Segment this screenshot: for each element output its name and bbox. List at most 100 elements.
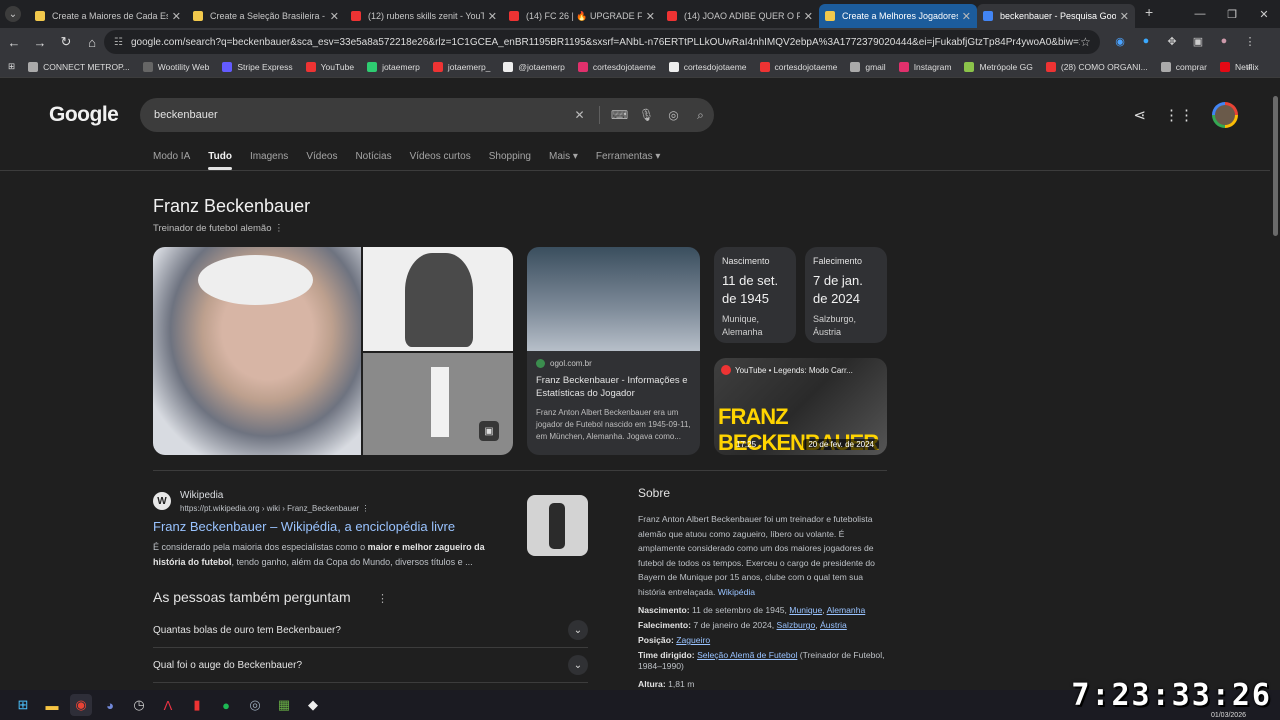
fact-link[interactable]: Salzburgo	[777, 620, 816, 630]
filter-tab[interactable]: Tudo	[208, 151, 232, 170]
result-title-link[interactable]: Franz Beckenbauer – Wikipédia, a enciclo…	[153, 519, 455, 534]
tab[interactable]: (14) JOAO ADIBE QUER O FIM ✕	[661, 4, 819, 28]
new-tab-icon[interactable]: +	[1145, 4, 1153, 20]
filter-tab[interactable]: Shopping	[489, 151, 531, 162]
spotify-icon[interactable]: ●	[215, 694, 237, 716]
address-bar[interactable]: ☷ google.com/search?q=beckenbauer&sca_es…	[104, 30, 1100, 54]
forward-icon[interactable]: →	[28, 30, 52, 54]
clear-icon[interactable]: ✕	[566, 108, 593, 122]
discord-icon[interactable]: ◕	[99, 694, 121, 716]
bookmark-star-icon[interactable]: ☆	[1080, 35, 1100, 49]
filter-tab[interactable]: Ferramentas ▾	[596, 151, 660, 162]
fact-link[interactable]: Munique	[789, 605, 822, 615]
bookmark-item[interactable]: jotaemerp_	[432, 61, 490, 72]
minimize-icon[interactable]: —	[1184, 0, 1216, 28]
fact-link[interactable]: Zagueiro	[676, 635, 710, 645]
steam-icon[interactable]: ◎	[244, 694, 266, 716]
maximize-icon[interactable]: ❐	[1216, 0, 1248, 28]
bookmark-item[interactable]: CONNECT METROP...	[28, 61, 130, 72]
filter-tab[interactable]: Vídeos	[306, 151, 337, 162]
fact-link[interactable]: Áustria	[820, 620, 847, 630]
puzzle-icon[interactable]: ✥	[1162, 30, 1182, 52]
tab[interactable]: beckenbauer - Pesquisa Googl ✕	[977, 4, 1135, 28]
tab[interactable]: Create a Melhores Jogadores ✕	[819, 4, 977, 28]
filter-tab[interactable]: Vídeos curtos	[410, 151, 471, 162]
roblox-icon[interactable]: ▮	[186, 694, 208, 716]
player-image[interactable]	[363, 247, 513, 351]
tab[interactable]: Create a Seleção Brasileira - 20 ✕	[187, 4, 345, 28]
site-info-icon[interactable]: ☷	[114, 37, 123, 48]
close-tab-icon[interactable]: ✕	[962, 10, 971, 23]
app-icon[interactable]: Λ	[157, 694, 179, 716]
close-tab-icon[interactable]: ✕	[172, 10, 181, 23]
birth-card[interactable]: Nascimento 11 de set. de 1945 Munique, A…	[714, 247, 796, 343]
tab[interactable]: (12) rubens skills zenit - YouTu ✕	[345, 4, 503, 28]
search-box[interactable]: beckenbauer ✕ ⌨ 🎙 ◎ ⌕	[140, 98, 714, 132]
bookmark-item[interactable]: cortesdojotaeme	[759, 61, 837, 72]
close-tab-icon[interactable]: ✕	[330, 10, 339, 23]
ogol-card[interactable]: ogol.com.br Franz Beckenbauer - Informaç…	[527, 247, 700, 455]
close-window-icon[interactable]: ✕	[1248, 0, 1280, 28]
close-tab-icon[interactable]: ✕	[1120, 10, 1129, 23]
search-input[interactable]: beckenbauer	[154, 109, 566, 121]
extension-icon[interactable]: ◉	[1110, 30, 1130, 52]
fact-link[interactable]: Seleção Alemã de Futebol	[697, 650, 797, 660]
bookmark-item[interactable]: (28) COMO ORGANI...	[1045, 61, 1148, 72]
fact-link[interactable]: Alemanha	[827, 605, 866, 615]
bookmark-item[interactable]: Instagram	[898, 61, 951, 72]
more-bookmarks-icon[interactable]: »	[1246, 62, 1251, 72]
reload-icon[interactable]: ↻	[54, 30, 78, 54]
portrait-image[interactable]	[153, 247, 361, 455]
tab[interactable]: Create a Maiores de Cada Estad ✕	[29, 4, 187, 28]
more-options-icon[interactable]: ⋮	[377, 592, 388, 605]
minecraft-icon[interactable]: ▦	[273, 694, 295, 716]
mic-icon[interactable]: 🎙	[633, 108, 660, 122]
address-url[interactable]: google.com/search?q=beckenbauer&sca_esv=…	[131, 37, 1080, 48]
menu-icon[interactable]: ⋮	[1240, 30, 1260, 52]
google-apps-icon[interactable]: ⋮⋮	[1164, 106, 1194, 124]
scrollbar[interactable]	[1270, 78, 1280, 690]
bookmark-item[interactable]: Stripe Express	[222, 61, 293, 72]
bookmark-item[interactable]: cortesdojotaeme	[577, 61, 656, 72]
extension-icon[interactable]: ●	[1136, 30, 1156, 52]
apps-icon[interactable]: ⊞	[8, 61, 15, 72]
close-tab-icon[interactable]: ✕	[488, 10, 497, 23]
sidebar-icon[interactable]: ▣	[1188, 30, 1208, 52]
tab-search-icon[interactable]: ⌄	[5, 6, 21, 22]
bookmark-item[interactable]: jotaemerp	[367, 61, 420, 72]
tab[interactable]: (14) FC 26 | 🔥 UPGRADE FANT ✕	[503, 4, 661, 28]
bookmark-item[interactable]: cortesdojotaeme	[668, 61, 747, 72]
more-options-icon[interactable]: ⋮	[274, 223, 284, 234]
filter-tab[interactable]: Mais ▾	[549, 151, 578, 162]
share-icon[interactable]: ⋖	[1133, 106, 1146, 124]
bookmark-item[interactable]: gmail	[850, 61, 886, 72]
result-site[interactable]: Wikipedia	[180, 490, 223, 501]
filter-tab[interactable]: Modo IA	[153, 151, 190, 162]
paa-question[interactable]: Qual foi o auge do Beckenbauer? ⌄	[153, 648, 588, 683]
chevron-down-icon[interactable]: ⌄	[568, 655, 588, 675]
bookmark-item[interactable]: comprar	[1160, 61, 1207, 72]
result-thumbnail[interactable]	[527, 495, 588, 556]
card-title[interactable]: Franz Beckenbauer - Informações e Estatí…	[527, 368, 700, 401]
close-tab-icon[interactable]: ✕	[646, 10, 655, 23]
bookmark-item[interactable]: @jotaemerp	[503, 61, 565, 72]
epic-icon[interactable]: ◆	[302, 694, 324, 716]
lens-icon[interactable]: ◎	[660, 108, 687, 122]
about-source-link[interactable]: Wikipédia	[718, 587, 755, 597]
chevron-down-icon[interactable]: ⌄	[568, 620, 588, 640]
keyboard-icon[interactable]: ⌨	[606, 108, 633, 122]
bookmark-item[interactable]: YouTube	[305, 61, 354, 72]
filter-tab[interactable]: Notícias	[355, 151, 391, 162]
paa-question[interactable]: Quantas bolas de ouro tem Beckenbauer? ⌄	[153, 613, 588, 648]
more-options-icon[interactable]: ⋮	[361, 504, 369, 513]
chrome-icon[interactable]: ◉	[70, 694, 92, 716]
close-tab-icon[interactable]: ✕	[804, 10, 813, 23]
death-card[interactable]: Falecimento 7 de jan. de 2024 Salzburgo,…	[805, 247, 887, 343]
bookmark-item[interactable]: Netflix	[1219, 61, 1259, 72]
windows-start-icon[interactable]: ⊞	[12, 694, 34, 716]
avatar[interactable]	[1212, 102, 1238, 128]
bookmark-item[interactable]: Metrópole GG	[964, 61, 1033, 72]
profile-icon[interactable]: ●	[1214, 30, 1234, 52]
match-image[interactable]: ▣	[363, 353, 513, 455]
gallery-icon[interactable]: ▣	[479, 421, 499, 441]
